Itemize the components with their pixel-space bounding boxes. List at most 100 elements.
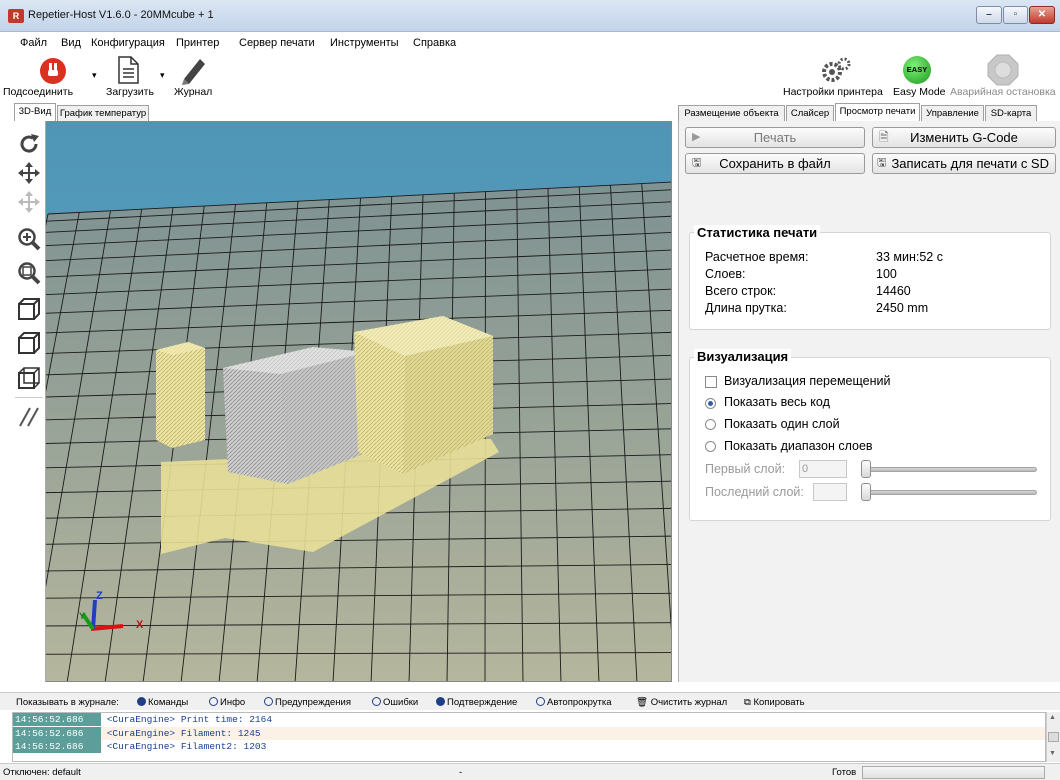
tab-print-preview[interactable]: Просмотр печати — [835, 103, 920, 121]
parallel-projection-button[interactable] — [17, 405, 41, 429]
log-panel[interactable]: 14:56:52.686 <CuraEngine> Print time: 21… — [12, 712, 1046, 762]
log-text: <CuraEngine> Print time: 2164 — [106, 714, 273, 725]
last-layer-input[interactable] — [813, 483, 847, 501]
3d-viewport[interactable]: X Z Y — [12, 121, 672, 682]
menu-print-server[interactable]: Сервер печати — [239, 37, 315, 49]
ready-status: Готов — [832, 767, 857, 778]
parallel-lines-icon — [19, 407, 39, 427]
tab-manual-control[interactable]: Управление — [921, 105, 984, 121]
filter-commands[interactable]: Команды — [137, 697, 188, 708]
log-text: <CuraEngine> Filament: 1245 — [106, 727, 261, 739]
write-sd-button[interactable]: 🖫 Записать для печати с SD — [872, 153, 1056, 174]
isometric-view-button[interactable] — [17, 297, 41, 321]
stop-octagon-icon — [987, 54, 1019, 86]
load-button[interactable] — [113, 55, 143, 85]
save-to-file-label: Сохранить в файл — [719, 156, 831, 171]
show-all-radio[interactable] — [705, 398, 716, 409]
rotate-view-button[interactable] — [17, 132, 41, 156]
minimize-button[interactable]: – — [976, 6, 1002, 24]
connect-button[interactable] — [38, 56, 68, 86]
log-row: 14:56:52.686 <CuraEngine> Filament: 1245 — [13, 726, 1045, 740]
print-button[interactable]: ▶ Печать — [685, 127, 865, 148]
clear-log-button[interactable]: 🗑 Очистить журнал — [636, 697, 727, 708]
filter-autoscroll[interactable]: Автопрокрутка — [536, 697, 612, 708]
front-view-button[interactable] — [17, 331, 41, 355]
scroll-down-icon[interactable]: ▼ — [1049, 750, 1056, 757]
tab-3d-view[interactable]: 3D-Вид — [14, 103, 56, 121]
tab-temperature-graph[interactable]: График температур — [57, 105, 149, 121]
z-axis-label: Z — [96, 590, 103, 602]
menu-view[interactable]: Вид — [61, 37, 81, 49]
stat-layers-label: Слоев: — [705, 267, 746, 281]
view-toolbar — [12, 121, 46, 682]
travel-label: Визуализация перемещений — [724, 374, 891, 388]
filter-info[interactable]: Инфо — [209, 697, 245, 708]
filter-ack-radio — [436, 697, 445, 706]
log-button[interactable] — [178, 55, 208, 85]
status-bar: Отключен: default - Готов — [0, 763, 1060, 780]
first-layer-slider-thumb[interactable] — [861, 460, 871, 478]
filter-info-label: Инфо — [220, 697, 246, 708]
tab-slicer[interactable]: Слайсер — [786, 105, 834, 121]
tab-object-placement[interactable]: Размещение объекта — [678, 105, 785, 121]
scroll-up-icon[interactable]: ▲ — [1049, 714, 1056, 721]
connect-dropdown-icon[interactable]: ▾ — [92, 70, 97, 81]
last-layer-slider-thumb[interactable] — [861, 483, 871, 501]
edit-gcode-label: Изменить G-Code — [910, 130, 1018, 145]
top-view-button[interactable] — [17, 366, 41, 390]
zoom-button[interactable] — [17, 227, 41, 251]
filter-autoscroll-radio — [536, 697, 545, 706]
menu-tools[interactable]: Инструменты — [330, 37, 399, 49]
fit-view-button[interactable] — [17, 261, 41, 285]
floppy-icon: 🖫 — [692, 157, 702, 169]
pencil-icon — [182, 59, 205, 85]
filter-commands-radio — [137, 697, 146, 706]
menu-file[interactable]: Файл — [20, 37, 47, 49]
tab-sd-card[interactable]: SD-карта — [985, 105, 1037, 121]
log-filter-label: Показывать в журнале: — [16, 697, 119, 708]
load-dropdown-icon[interactable]: ▾ — [160, 70, 165, 81]
filter-errors[interactable]: Ошибки — [372, 697, 418, 708]
maximize-button[interactable]: ▫ — [1003, 6, 1028, 24]
copy-log-label: Копировать — [753, 697, 805, 708]
window-title: Repetier-Host V1.6.0 - 20MMcube + 1 — [28, 9, 214, 21]
last-layer-slider[interactable] — [861, 490, 1037, 495]
log-row: 14:56:52.686 <CuraEngine> Print time: 21… — [13, 713, 1045, 727]
save-to-file-button[interactable]: 🖫 Сохранить в файл — [685, 153, 865, 174]
stat-layers-value: 100 — [876, 267, 897, 281]
close-button[interactable]: ✕ — [1029, 6, 1055, 24]
filter-info-radio — [209, 697, 218, 706]
log-label: Журнал — [174, 86, 213, 98]
easy-mode-button[interactable]: EASY — [903, 56, 931, 84]
first-layer-slider[interactable] — [861, 467, 1037, 472]
show-all-label: Показать весь код — [724, 395, 830, 409]
menu-help[interactable]: Справка — [413, 37, 456, 49]
scroll-thumb[interactable] — [1048, 732, 1059, 742]
menu-config[interactable]: Конфигурация — [91, 37, 165, 49]
filter-ack-label: Подтверждение — [447, 697, 518, 708]
cube-front-icon — [18, 332, 40, 354]
easy-mode-label: Easy Mode — [893, 86, 946, 98]
log-text: <CuraEngine> Filament2: 1203 — [106, 741, 267, 752]
show-layer-range-radio[interactable] — [705, 441, 716, 452]
menu-printer[interactable]: Принтер — [176, 37, 219, 49]
stat-time-label: Расчетное время: — [705, 250, 809, 264]
filter-warnings[interactable]: Предупреждения — [264, 697, 351, 708]
printer-settings-label: Настройки принтера — [783, 86, 883, 98]
travel-checkbox[interactable] — [705, 376, 717, 388]
log-scrollbar[interactable]: ▲ ▼ — [1046, 712, 1060, 762]
printer-settings-button[interactable] — [818, 55, 852, 85]
copy-log-button[interactable]: ⧉ Копировать — [744, 697, 805, 708]
edit-gcode-button[interactable]: 🗎 Изменить G-Code — [872, 127, 1056, 148]
filter-commands-label: Команды — [148, 697, 189, 708]
filter-ack[interactable]: Подтверждение — [436, 697, 517, 708]
move-object-button[interactable] — [17, 190, 41, 214]
print-stats-title: Статистика печати — [694, 225, 821, 240]
log-row: 14:56:52.686 <CuraEngine> Filament2: 120… — [13, 740, 1045, 754]
first-layer-input[interactable]: 0 — [799, 460, 847, 478]
log-time: 14:56:52.686 — [13, 726, 101, 740]
stat-lines-label: Всего строк: — [705, 284, 777, 298]
emergency-stop-button[interactable] — [987, 54, 1019, 86]
show-one-layer-radio[interactable] — [705, 419, 716, 430]
move-view-button[interactable] — [17, 161, 41, 185]
